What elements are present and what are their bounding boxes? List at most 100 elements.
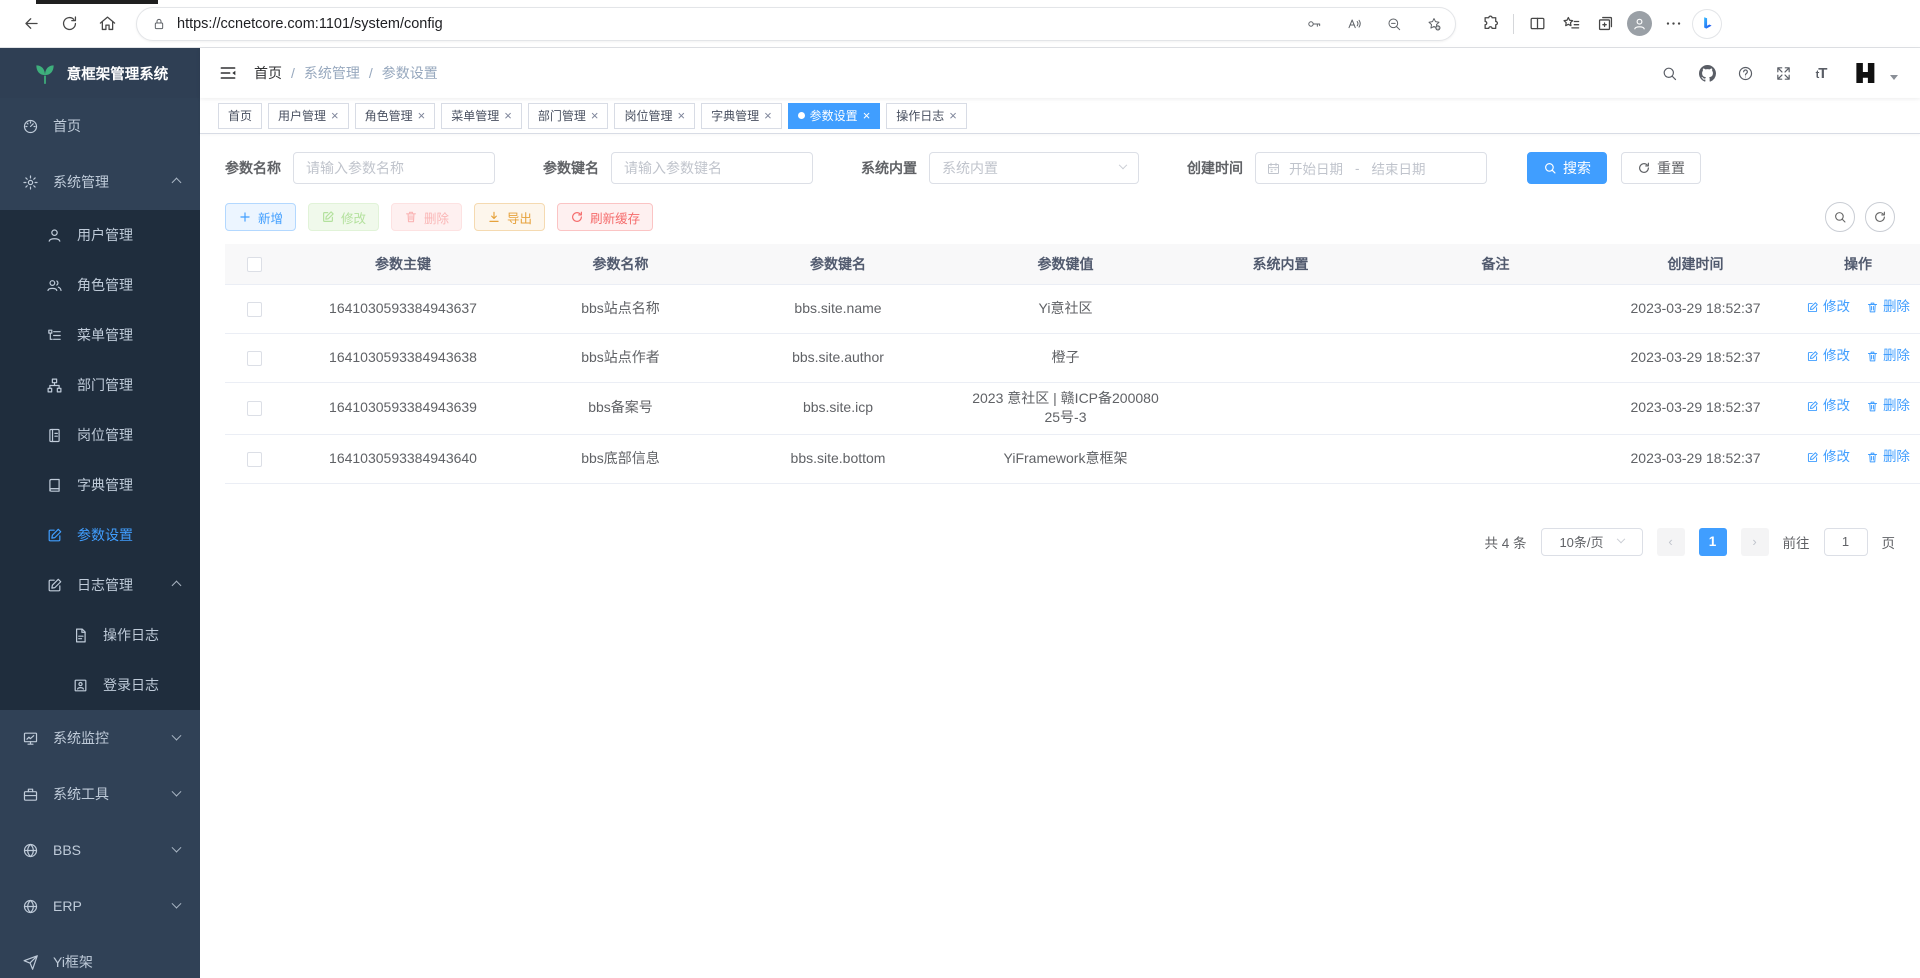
- start-date-placeholder[interactable]: 开始日期: [1289, 158, 1343, 178]
- current-page-button[interactable]: 1: [1699, 528, 1727, 556]
- close-icon[interactable]: ×: [949, 109, 957, 122]
- sidebar-item-bbs[interactable]: BBS: [0, 822, 200, 878]
- row-edit-link[interactable]: 修改: [1806, 298, 1850, 317]
- select-all-checkbox[interactable]: [247, 257, 262, 272]
- builtin-select[interactable]: 系统内置: [929, 152, 1139, 184]
- breadcrumb-home[interactable]: 首页: [254, 63, 282, 83]
- table-row: 1641030593384943638 bbs站点作者 bbs.site.aut…: [225, 333, 1920, 382]
- row-checkbox[interactable]: [247, 351, 262, 366]
- close-icon[interactable]: ×: [591, 109, 599, 122]
- row-checkbox[interactable]: [247, 302, 262, 317]
- close-icon[interactable]: ×: [677, 109, 685, 122]
- sidebar-item-dept[interactable]: 部门管理: [0, 360, 200, 410]
- font-size-button[interactable]: tT: [1804, 56, 1838, 90]
- param-key-label: 参数键名: [543, 158, 599, 178]
- next-page-button[interactable]: ›: [1741, 528, 1769, 556]
- date-range-picker[interactable]: 开始日期 - 结束日期: [1255, 152, 1487, 184]
- param-key-input[interactable]: [611, 152, 813, 184]
- row-edit-link[interactable]: 修改: [1806, 448, 1850, 467]
- sidebar-item-yiframework[interactable]: Yi框架: [0, 934, 200, 978]
- trash-icon: [1866, 400, 1879, 413]
- url-text[interactable]: https://ccnetcore.com:1101/system/config: [177, 16, 1289, 32]
- read-aloud-button[interactable]: [1339, 10, 1369, 38]
- help-button[interactable]: [1728, 56, 1762, 90]
- sidebar-item-role[interactable]: 角色管理: [0, 260, 200, 310]
- column-header-name: 参数名称: [523, 244, 718, 284]
- browser-back-button[interactable]: [14, 7, 48, 41]
- row-delete-link[interactable]: 删除: [1866, 347, 1910, 366]
- row-delete-link[interactable]: 删除: [1866, 448, 1910, 467]
- sidebar-item-log[interactable]: 日志管理: [0, 560, 200, 610]
- sidebar-item-config[interactable]: 参数设置: [0, 510, 200, 560]
- sidebar-item-post[interactable]: 岗位管理: [0, 410, 200, 460]
- refresh-table-button[interactable]: [1865, 202, 1895, 232]
- header-search-button[interactable]: [1652, 56, 1686, 90]
- row-checkbox[interactable]: [247, 452, 262, 467]
- edit-button[interactable]: 修改: [308, 203, 379, 231]
- sidebar-item-menu[interactable]: 菜单管理: [0, 310, 200, 360]
- row-edit-link[interactable]: 修改: [1806, 347, 1850, 366]
- cell-id: 1641030593384943637: [283, 284, 523, 333]
- tab-home[interactable]: 首页: [218, 103, 262, 129]
- tab-post[interactable]: 岗位管理×: [614, 103, 695, 129]
- cell-key: bbs.site.bottom: [718, 434, 958, 483]
- sidebar-item-user[interactable]: 用户管理: [0, 210, 200, 260]
- add-button[interactable]: 新增: [225, 203, 296, 231]
- cell-builtin: [1173, 382, 1388, 434]
- tab-dept[interactable]: 部门管理×: [528, 103, 609, 129]
- collections-button[interactable]: [1589, 7, 1621, 41]
- tab-role[interactable]: 角色管理×: [355, 103, 436, 129]
- row-edit-link[interactable]: 修改: [1806, 397, 1850, 416]
- profile-button[interactable]: [1623, 7, 1655, 41]
- add-favorite-button[interactable]: [1419, 10, 1449, 38]
- close-icon[interactable]: ×: [863, 109, 871, 122]
- goto-page-input[interactable]: [1824, 528, 1868, 556]
- prev-page-button[interactable]: ‹: [1657, 528, 1685, 556]
- close-icon[interactable]: ×: [764, 109, 772, 122]
- delete-button[interactable]: 删除: [391, 203, 462, 231]
- tab-config-active[interactable]: 参数设置×: [788, 103, 881, 129]
- zoom-out-button[interactable]: [1379, 10, 1409, 38]
- password-key-button[interactable]: [1299, 10, 1329, 38]
- sidebar-item-dict[interactable]: 字典管理: [0, 460, 200, 510]
- browser-home-button[interactable]: [90, 7, 124, 41]
- tab-menu[interactable]: 菜单管理×: [441, 103, 522, 129]
- address-bar[interactable]: https://ccnetcore.com:1101/system/config: [136, 7, 1456, 41]
- end-date-placeholder[interactable]: 结束日期: [1372, 158, 1426, 178]
- reset-button[interactable]: 重置: [1621, 152, 1701, 184]
- close-icon[interactable]: ×: [504, 109, 512, 122]
- tab-dict[interactable]: 字典管理×: [701, 103, 782, 129]
- sidebar-item-erp[interactable]: ERP: [0, 878, 200, 934]
- sidebar-item-loginlog[interactable]: 登录日志: [0, 660, 200, 710]
- param-name-input[interactable]: [293, 152, 495, 184]
- sidebar-item-tool[interactable]: 系统工具: [0, 766, 200, 822]
- close-icon[interactable]: ×: [331, 109, 339, 122]
- row-delete-link[interactable]: 删除: [1866, 298, 1910, 317]
- sidebar-item-operlog[interactable]: 操作日志: [0, 610, 200, 660]
- row-checkbox[interactable]: [247, 401, 262, 416]
- bing-chat-button[interactable]: [1691, 7, 1723, 41]
- caret-down-icon[interactable]: [1890, 75, 1898, 80]
- toggle-search-button[interactable]: [1825, 202, 1855, 232]
- sidebar-item-monitor[interactable]: 系统监控: [0, 710, 200, 766]
- tab-operlog[interactable]: 操作日志×: [886, 103, 967, 129]
- browser-menu-button[interactable]: [1657, 7, 1689, 41]
- sidebar-item-home[interactable]: 首页: [0, 98, 200, 154]
- page-size-select[interactable]: 10条/页: [1541, 528, 1643, 556]
- github-link-button[interactable]: [1690, 56, 1724, 90]
- export-button[interactable]: 导出: [474, 203, 545, 231]
- trash-icon: [1866, 350, 1879, 363]
- user-avatar[interactable]: [1852, 58, 1882, 88]
- extensions-button[interactable]: [1474, 7, 1506, 41]
- row-delete-link[interactable]: 删除: [1866, 397, 1910, 416]
- fullscreen-button[interactable]: [1766, 56, 1800, 90]
- tab-user[interactable]: 用户管理×: [268, 103, 349, 129]
- split-screen-button[interactable]: [1521, 7, 1553, 41]
- search-button[interactable]: 搜索: [1527, 152, 1607, 184]
- sidebar-collapse-icon[interactable]: [218, 63, 238, 83]
- refresh-cache-button[interactable]: 刷新缓存: [557, 203, 653, 231]
- browser-refresh-button[interactable]: [52, 7, 86, 41]
- close-icon[interactable]: ×: [418, 109, 426, 122]
- favorites-button[interactable]: [1555, 7, 1587, 41]
- sidebar-item-system[interactable]: 系统管理: [0, 154, 200, 210]
